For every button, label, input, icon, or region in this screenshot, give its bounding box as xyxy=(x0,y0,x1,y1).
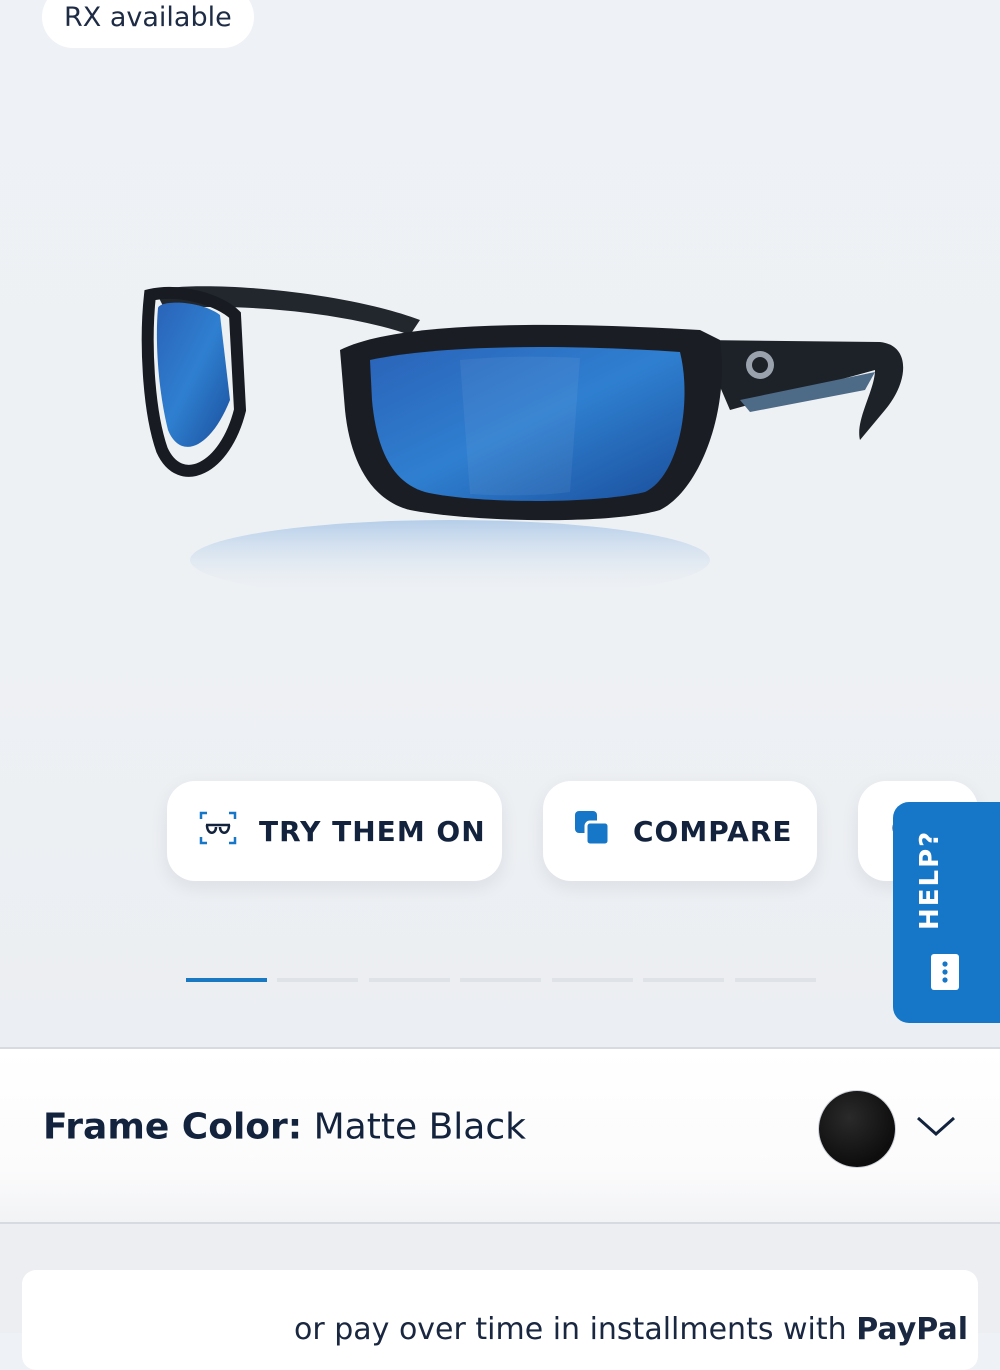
try-them-on-label: TRY THEM ON xyxy=(259,814,486,848)
paypal-installments-card[interactable]: or pay over time in installments with Pa… xyxy=(22,1270,978,1370)
chat-icon xyxy=(931,954,959,990)
sunglasses-product-image[interactable] xyxy=(140,260,920,620)
carousel-indicator-4[interactable] xyxy=(460,978,541,982)
rx-available-label: RX available xyxy=(64,1,232,33)
carousel-indicator-7[interactable] xyxy=(735,978,816,982)
frame-color-text: Frame Color: Matte Black xyxy=(43,1107,526,1148)
carousel-indicator-5[interactable] xyxy=(552,978,633,982)
product-gallery[interactable]: RX available TRY THEM ON COMPARE xyxy=(0,0,1000,1047)
carousel-indicator-3[interactable] xyxy=(369,978,450,982)
try-them-on-button[interactable]: TRY THEM ON xyxy=(167,781,502,881)
compare-button[interactable]: COMPARE xyxy=(543,781,817,881)
compare-label: COMPARE xyxy=(633,814,793,848)
paypal-text: or pay over time in installments with xyxy=(294,1312,847,1347)
help-label: HELP? xyxy=(915,829,945,930)
help-tab[interactable]: HELP? xyxy=(893,802,1000,1023)
frame-color-swatch[interactable] xyxy=(819,1091,895,1167)
frame-color-value: Matte Black xyxy=(313,1106,526,1148)
carousel-indicator-1[interactable] xyxy=(186,978,267,982)
compare-icon xyxy=(573,809,611,854)
carousel-indicator-2[interactable] xyxy=(277,978,358,982)
carousel-indicator-6[interactable] xyxy=(643,978,724,982)
rx-available-badge: RX available xyxy=(42,0,254,48)
frame-color-label: Frame Color: xyxy=(43,1106,303,1148)
chevron-down-icon[interactable] xyxy=(914,1112,958,1140)
frame-color-selector[interactable]: Frame Color: Matte Black xyxy=(0,1049,1000,1222)
paypal-installments-text: or pay over time in installments with Pa… xyxy=(294,1312,968,1347)
glasses-scan-icon xyxy=(199,811,237,852)
paypal-brand: PayPal xyxy=(856,1312,968,1347)
